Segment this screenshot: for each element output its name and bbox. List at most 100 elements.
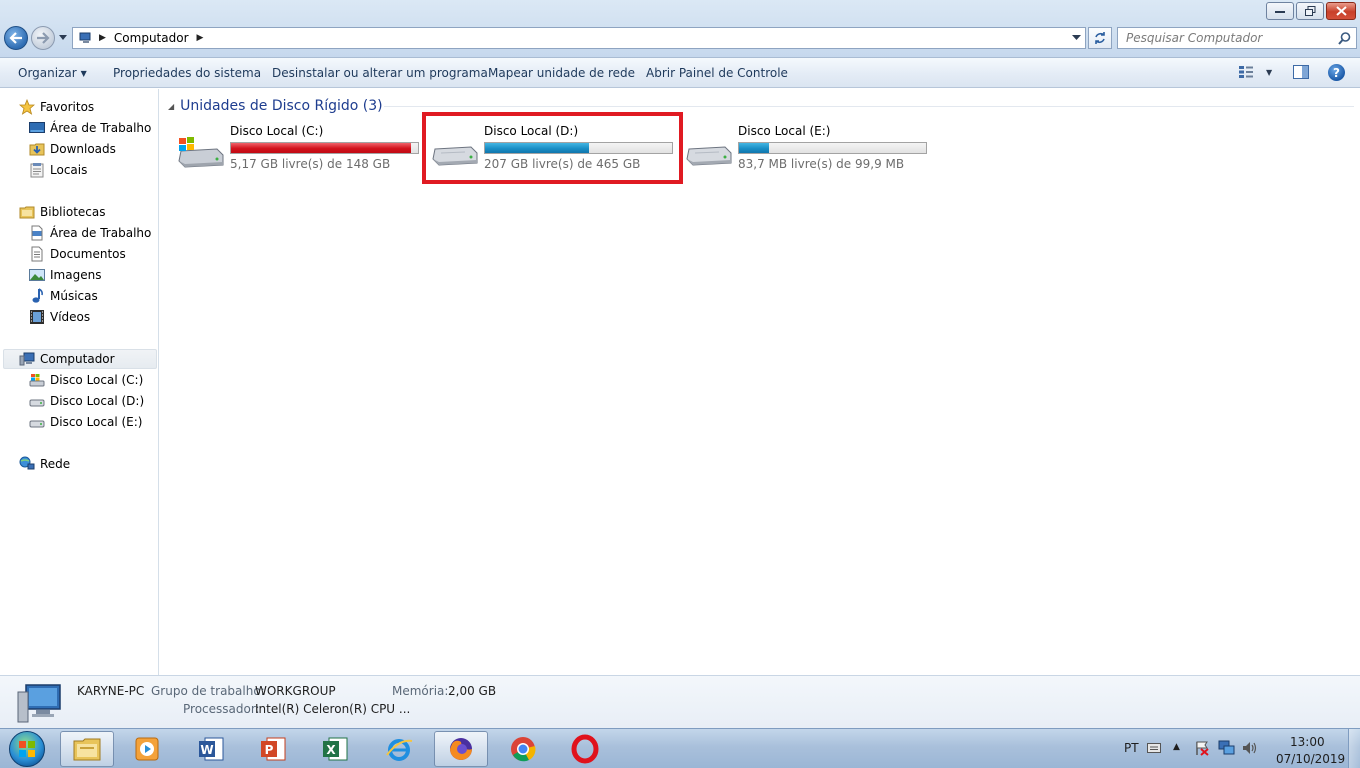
view-dropdown-caret-icon[interactable]: ▼: [1266, 68, 1272, 77]
arrow-left-icon: [9, 32, 22, 44]
breadcrumb-chevron-icon[interactable]: ▶: [197, 33, 204, 43]
nav-favorites[interactable]: Favoritos: [19, 97, 94, 117]
taskbar-opera[interactable]: [558, 731, 612, 767]
desktop-icon: [29, 120, 45, 136]
processor-label: Processador:: [183, 702, 260, 716]
nav-libraries-label: Bibliotecas: [40, 205, 106, 219]
music-note-icon: [29, 288, 45, 304]
chrome-icon: [511, 737, 536, 762]
svg-text:W: W: [200, 743, 213, 757]
taskbar-word[interactable]: W: [184, 731, 238, 767]
taskbar-explorer[interactable]: [60, 731, 114, 767]
organize-menu[interactable]: Organizar ▼: [18, 66, 87, 80]
restore-button[interactable]: [1296, 2, 1324, 20]
drive-usage-bar: [230, 142, 419, 154]
back-button[interactable]: [4, 26, 28, 50]
taskbar-excel[interactable]: X: [308, 731, 362, 767]
computer-icon: [17, 684, 61, 723]
search-input[interactable]: [1126, 31, 1331, 45]
hard-drive-icon: [29, 393, 45, 409]
navigation-pane: Favoritos Área de Trabalho Downloads Loc…: [0, 89, 159, 675]
nav-item-downloads[interactable]: Downloads: [29, 139, 116, 159]
command-bar: Organizar ▼ Propriedades do sistema Desin…: [0, 58, 1360, 88]
nav-item-drive-d[interactable]: Disco Local (D:): [29, 391, 144, 411]
minimize-icon: [1275, 11, 1285, 13]
clock-time[interactable]: 13:00: [1290, 735, 1325, 749]
nav-network[interactable]: Rede: [19, 454, 70, 474]
clock-date[interactable]: 07/10/2019: [1276, 752, 1345, 766]
forward-button[interactable]: [31, 26, 55, 50]
minimize-button[interactable]: [1266, 2, 1294, 20]
group-title: Unidades de Disco Rígido (3): [180, 98, 383, 114]
close-button[interactable]: [1326, 2, 1356, 20]
drive-item-c[interactable]: Disco Local (C:) 5,17 GB livre(s) de 148…: [177, 117, 437, 187]
preview-pane-icon[interactable]: [1293, 65, 1309, 79]
nav-item-label: Vídeos: [50, 310, 91, 324]
nav-item-documents[interactable]: Documentos: [29, 244, 126, 264]
address-bar[interactable]: ▶ Computador ▶: [72, 27, 1086, 49]
language-indicator[interactable]: PT: [1124, 741, 1139, 755]
opera-icon: [571, 734, 599, 764]
recent-pages-dropdown[interactable]: [58, 34, 68, 42]
nav-network-label: Rede: [40, 457, 71, 471]
breadcrumb-computer[interactable]: Computador: [114, 31, 189, 45]
action-center-flag-icon[interactable]: [1194, 740, 1210, 756]
drive-item-d[interactable]: Disco Local (D:) 207 GB livre(s) de 465 …: [431, 117, 691, 187]
uninstall-program-button[interactable]: Desinstalar ou alterar um programa: [272, 66, 488, 80]
document-icon: [29, 225, 45, 241]
nav-item-recent-places[interactable]: Locais: [29, 160, 87, 180]
taskbar-powerpoint[interactable]: P: [246, 731, 300, 767]
chevron-down-icon[interactable]: [1072, 35, 1081, 41]
taskbar-internet-explorer[interactable]: [372, 731, 426, 767]
taskbar: W P X PT ▲ 13:00 07/10/2019: [0, 728, 1360, 768]
network-status-icon[interactable]: [1218, 740, 1236, 756]
nav-item-pictures[interactable]: Imagens: [29, 265, 101, 285]
search-icon[interactable]: [1338, 32, 1351, 45]
breadcrumb-separator-icon[interactable]: ▶: [99, 33, 106, 43]
hard-drive-icon: [29, 414, 45, 430]
nav-item-label: Músicas: [50, 289, 98, 303]
help-button[interactable]: ?: [1328, 64, 1345, 81]
star-icon: [19, 99, 35, 115]
change-view-button[interactable]: ▼: [1238, 65, 1272, 79]
nav-item-label: Disco Local (E:): [50, 415, 143, 429]
nav-libraries[interactable]: Bibliotecas: [19, 202, 105, 222]
taskbar-firefox[interactable]: [434, 731, 488, 767]
search-box[interactable]: [1117, 27, 1357, 49]
drive-free-space: 5,17 GB livre(s) de 148 GB: [230, 157, 391, 171]
system-properties-button[interactable]: Propriedades do sistema: [113, 66, 261, 80]
start-button[interactable]: [4, 729, 50, 768]
drive-group-header[interactable]: ◢ Unidades de Disco Rígido (3): [168, 98, 383, 114]
view-options-icon: [1239, 66, 1253, 78]
caret-down-icon: ▼: [80, 69, 87, 78]
taskbar-chrome[interactable]: [496, 731, 550, 767]
nav-item-label: Imagens: [50, 268, 102, 282]
refresh-button[interactable]: [1088, 27, 1112, 49]
nav-item-label: Documentos: [50, 247, 126, 261]
nav-item-library-desktop[interactable]: Área de Trabalho: [29, 223, 151, 243]
collapse-triangle-icon[interactable]: ◢: [168, 102, 174, 111]
show-hidden-icons-icon[interactable]: ▲: [1173, 742, 1180, 752]
taskbar-media-player[interactable]: [120, 731, 174, 767]
map-network-drive-button[interactable]: Mapear unidade de rede: [488, 66, 635, 80]
show-desktop-button[interactable]: [1348, 729, 1360, 768]
open-control-panel-button[interactable]: Abrir Painel de Controle: [646, 66, 788, 80]
drive-item-e[interactable]: Disco Local (E:) 83,7 MB livre(s) de 99,…: [685, 117, 945, 187]
keyboard-icon[interactable]: [1147, 743, 1161, 753]
workgroup-value: WORKGROUP: [255, 684, 336, 698]
nav-item-music[interactable]: Músicas: [29, 286, 98, 306]
organize-label: Organizar: [18, 66, 77, 80]
nav-item-videos[interactable]: Vídeos: [29, 307, 90, 327]
memory-value: 2,00 GB: [448, 684, 497, 698]
nav-item-drive-e[interactable]: Disco Local (E:): [29, 412, 142, 432]
nav-item-label: Área de Trabalho: [50, 226, 152, 240]
restore-icon: [1304, 6, 1315, 16]
nav-item-desktop[interactable]: Área de Trabalho: [29, 118, 151, 138]
drive-usage-bar: [738, 142, 927, 154]
libraries-icon: [19, 204, 35, 220]
nav-item-drive-c[interactable]: Disco Local (C:): [29, 370, 143, 390]
drive-usage-fill: [739, 143, 770, 153]
nav-computer[interactable]: Computador: [3, 349, 157, 369]
documents-icon: [29, 246, 45, 262]
volume-icon[interactable]: [1242, 741, 1258, 755]
